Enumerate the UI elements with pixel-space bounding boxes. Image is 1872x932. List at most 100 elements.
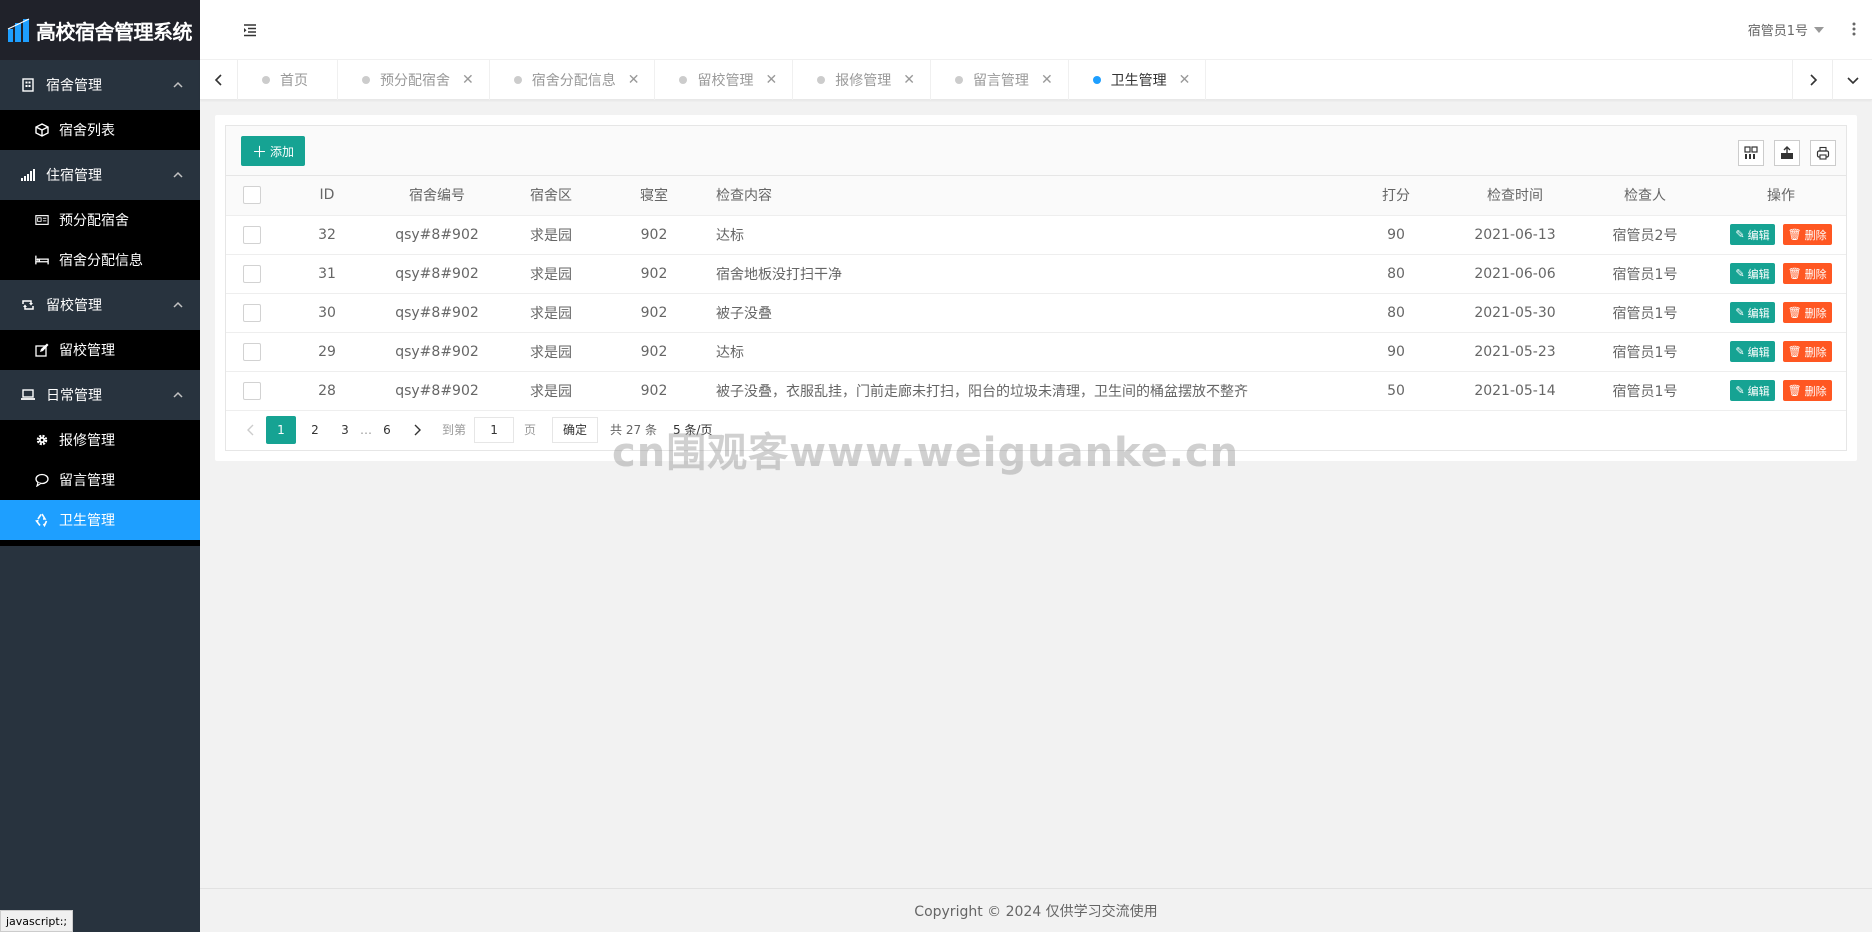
export-icon[interactable]	[1774, 140, 1800, 166]
delete-button[interactable]: 🗑 删除	[1782, 224, 1832, 245]
sidebar-item-repair[interactable]: 报修管理	[0, 420, 200, 460]
tab-dot	[362, 76, 370, 84]
delete-button[interactable]: 🗑 删除	[1782, 341, 1832, 362]
print-icon[interactable]	[1810, 140, 1836, 166]
page-6-button[interactable]: 6	[372, 416, 402, 444]
tab-message[interactable]: 留言管理 ✕	[931, 60, 1069, 100]
data-table: ID 宿舍编号 宿舍区 寝室 检查内容 打分 检查时间 检查人 操作 32 qs…	[226, 176, 1846, 411]
more-vertical-icon[interactable]	[1852, 20, 1856, 38]
cell-dorm-no: qsy#8#902	[376, 293, 498, 333]
retweet-icon	[20, 297, 36, 313]
row-checkbox[interactable]	[243, 381, 261, 400]
column-header[interactable]: 宿舍编号	[376, 176, 498, 216]
edit-button[interactable]: ✎ 编辑	[1730, 263, 1775, 284]
nav-group-stay[interactable]: 留校管理	[0, 280, 200, 330]
select-all-checkbox[interactable]	[243, 186, 261, 205]
sidebar-item-stay-manage[interactable]: 留校管理	[0, 330, 200, 370]
tab-dot	[817, 76, 826, 84]
table-row[interactable]: 31 qsy#8#902 求是园 902 宿舍地板没打扫干净 80 2021-0…	[226, 254, 1846, 294]
prev-page-button[interactable]	[236, 416, 266, 444]
column-header[interactable]: 检查人	[1574, 176, 1716, 216]
tab-stay[interactable]: 留校管理 ✕	[655, 60, 794, 100]
tab-assign-info[interactable]: 宿舍分配信息 ✕	[490, 60, 656, 100]
row-checkbox-cell[interactable]	[226, 254, 278, 294]
sidebar-item-message[interactable]: 留言管理	[0, 460, 200, 500]
row-checkbox-cell[interactable]	[226, 332, 278, 372]
column-header[interactable]: ID	[278, 176, 376, 216]
sidebar-item-label: 卫生管理	[59, 513, 115, 529]
edit-label: 编辑	[1747, 307, 1770, 320]
edit-button[interactable]: ✎ 编辑	[1730, 224, 1775, 245]
table-row[interactable]: 28 qsy#8#902 求是园 902 被子没叠，衣服乱挂，门前走廊未打扫，阳…	[226, 371, 1846, 411]
logo[interactable]: 高校宿舍管理系统	[0, 0, 200, 60]
table-row[interactable]: 32 qsy#8#902 求是园 902 达标 90 2021-06-13 宿管…	[226, 215, 1846, 255]
user-menu[interactable]: 宿管员1号	[1748, 20, 1824, 39]
edit-button[interactable]: ✎ 编辑	[1730, 380, 1775, 401]
row-checkbox[interactable]	[243, 303, 261, 322]
sidebar-item-hygiene[interactable]: 卫生管理	[0, 500, 200, 540]
page-3-button[interactable]: 3	[330, 416, 360, 444]
watermark: cn围观客www.weiguanke.cn	[612, 430, 1240, 476]
cell-time: 2021-06-06	[1456, 254, 1574, 294]
app-title: 高校宿舍管理系统	[36, 19, 193, 44]
pencil-icon: ✎	[1735, 346, 1745, 358]
column-header[interactable]: 检查时间	[1456, 176, 1574, 216]
sidebar-item-dorm-list[interactable]: 宿舍列表	[0, 110, 200, 150]
delete-label: 删除	[1804, 268, 1827, 281]
close-icon[interactable]: ✕	[765, 72, 777, 88]
cell-room: 902	[604, 332, 704, 372]
row-checkbox[interactable]	[243, 342, 261, 361]
edit-icon	[35, 343, 49, 357]
delete-button[interactable]: 🗑 删除	[1782, 263, 1832, 284]
edit-button[interactable]: ✎ 编辑	[1730, 302, 1775, 323]
nav-sub-lodging: 预分配宿舍 宿舍分配信息	[0, 200, 200, 280]
tabs-scroll-right[interactable]	[1792, 60, 1832, 100]
row-checkbox-cell[interactable]	[226, 215, 278, 255]
close-icon[interactable]: ✕	[628, 72, 640, 88]
tab-hygiene[interactable]: 卫生管理 ✕	[1069, 60, 1207, 100]
building-icon	[20, 77, 36, 93]
tab-repair[interactable]: 报修管理 ✕	[793, 60, 931, 100]
chevron-left-icon	[214, 74, 222, 86]
edit-button[interactable]: ✎ 编辑	[1730, 341, 1775, 362]
next-page-button[interactable]	[402, 416, 432, 444]
delete-button[interactable]: 🗑 删除	[1782, 380, 1832, 401]
tabs-scroll-left[interactable]	[200, 60, 238, 100]
page-jump-input[interactable]	[474, 416, 515, 443]
row-checkbox-cell[interactable]	[226, 293, 278, 333]
cell-content: 达标	[704, 215, 1336, 255]
select-all-checkbox-cell[interactable]	[226, 176, 278, 216]
add-button[interactable]: ＋ 添加	[241, 136, 306, 166]
table-row[interactable]: 30 qsy#8#902 求是园 902 被子没叠 80 2021-05-30 …	[226, 293, 1846, 333]
pencil-icon: ✎	[1735, 268, 1745, 280]
menu-fold-icon[interactable]	[242, 22, 258, 38]
nav-group-dorm[interactable]: 宿舍管理	[0, 60, 200, 110]
column-header[interactable]: 打分	[1336, 176, 1456, 216]
close-icon[interactable]: ✕	[1179, 72, 1191, 88]
column-header[interactable]: 检查内容	[704, 176, 1336, 216]
column-header[interactable]: 寝室	[604, 176, 704, 216]
row-checkbox-cell[interactable]	[226, 371, 278, 411]
table-row[interactable]: 29 qsy#8#902 求是园 902 达标 90 2021-05-23 宿管…	[226, 332, 1846, 372]
sidebar-item-assign-info[interactable]: 宿舍分配信息	[0, 240, 200, 280]
tab-home[interactable]: 首页	[238, 60, 338, 100]
close-icon[interactable]: ✕	[1041, 72, 1053, 88]
sidebar-item-pre-assign[interactable]: 预分配宿舍	[0, 200, 200, 240]
tab-pre-assign[interactable]: 预分配宿舍 ✕	[338, 60, 490, 100]
confirm-jump-button[interactable]: 确定	[552, 416, 599, 443]
close-icon[interactable]: ✕	[903, 72, 915, 88]
columns-icon[interactable]	[1738, 140, 1764, 166]
nav-group-daily[interactable]: 日常管理	[0, 370, 200, 420]
row-checkbox[interactable]	[243, 264, 261, 283]
row-checkbox[interactable]	[243, 225, 261, 244]
delete-button[interactable]: 🗑 删除	[1782, 302, 1832, 323]
tabs-menu[interactable]	[1832, 60, 1872, 100]
pencil-icon: ✎	[1735, 385, 1745, 397]
column-header[interactable]: 宿舍区	[498, 176, 604, 216]
page-2-button[interactable]: 2	[300, 416, 330, 444]
nav-group-lodging[interactable]: 住宿管理	[0, 150, 200, 200]
page-1-button[interactable]: 1	[266, 415, 296, 444]
cell-area: 求是园	[498, 293, 604, 333]
data-table-box: ＋ 添加 ID 宿舍编号 宿舍区 寝室 检查内容 打分 检查时间 检查人 操作 …	[225, 125, 1847, 451]
close-icon[interactable]: ✕	[462, 72, 474, 88]
